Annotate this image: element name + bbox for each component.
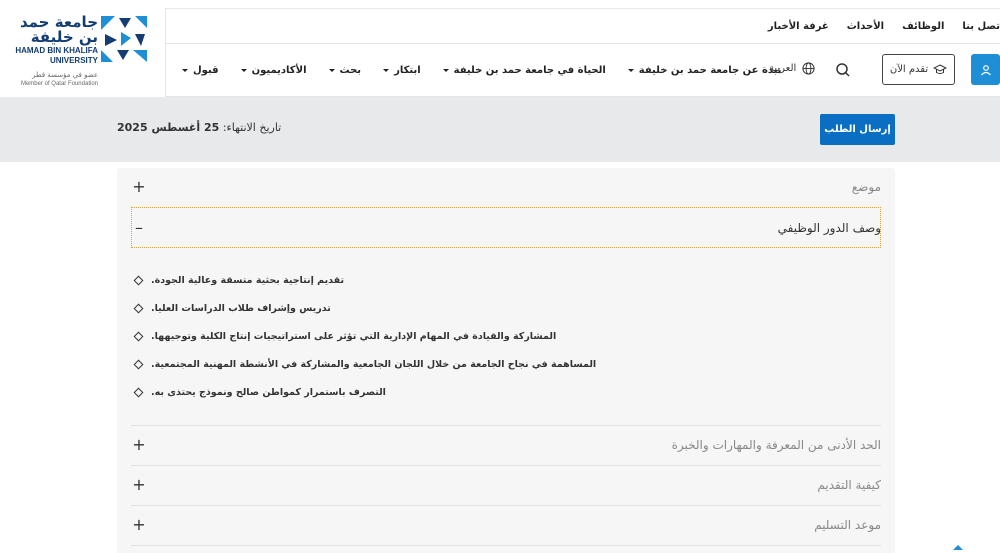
nav-item-label: الأكاديميون [251, 65, 307, 76]
diamond-bullet-icon [133, 303, 144, 313]
utility-link-events[interactable]: الأحداث [847, 21, 884, 32]
caret-down-icon [383, 69, 390, 72]
university-logo[interactable]: جامعة حمد بن خليفة HAMAD BIN KHALIFA UNI… [0, 8, 165, 97]
nav-item-academics[interactable]: الأكاديميون [240, 65, 307, 76]
caret-down-icon [328, 69, 335, 72]
utility-link-newsroom[interactable]: غرفة الأخبار [768, 21, 829, 32]
apply-now-button[interactable]: تقدم الآن [882, 54, 955, 85]
nav-item-admissions[interactable]: قبول [182, 65, 219, 76]
deadline-value: 25 أغسطس 2025 [117, 121, 220, 134]
nav-item-innovation[interactable]: ابتكار [383, 65, 421, 76]
accordion-title: الحد الأدنى من المعرفة والمهارات والخبرة [671, 438, 881, 452]
utility-links: تصل بنا الوظائف الأحداث غرفة الأخبار [768, 9, 1000, 44]
caret-down-icon [182, 69, 188, 72]
nav-item-research[interactable]: بحث [328, 65, 362, 76]
list-item-text: .تقديم إنتاجية بحثية متسقة وعالية الجودة [151, 274, 345, 286]
search-icon [836, 63, 850, 77]
nav-item-label: بحث [339, 65, 362, 76]
role-description-list: .تقديم إنتاجية بحثية متسقة وعالية الجودة… [131, 266, 631, 406]
language-label: العربية [769, 63, 797, 74]
list-item-text: .تدريس وإشراف طلاب الدراسات العليا [151, 302, 331, 314]
deadline-text: تاريخ الانتهاء: 25 أغسطس 2025 [117, 121, 317, 134]
logo-name-arabic: جامعة حمد بن خليفة [19, 13, 98, 46]
accordion-divider [131, 425, 881, 426]
accordion-header-submission-deadline[interactable]: + موعد التسليم [131, 516, 881, 534]
caret-down-icon [627, 69, 634, 72]
accordion-divider [131, 545, 881, 546]
language-switch[interactable]: العربية [769, 62, 815, 75]
diamond-bullet-icon [133, 331, 144, 341]
user-icon [980, 64, 991, 75]
diamond-bullet-icon [133, 359, 144, 369]
diamond-bullet-icon [133, 275, 144, 285]
job-details-accordion: + موضع – وصف الدور الوظيفي .تقديم إنتاجي… [117, 168, 895, 553]
nav-item-label: نبذة عن جامعة حمد بن خليفة [638, 65, 782, 76]
nav-item-about-hbku[interactable]: نبذة عن جامعة حمد بن خليفة [627, 65, 782, 76]
plus-icon: + [132, 475, 146, 494]
list-item: .المساهمة في نجاح الجامعة من خلال اللجان… [131, 350, 631, 378]
graduation-cap-icon [933, 63, 948, 74]
utility-link-contact[interactable]: تصل بنا [962, 21, 1000, 32]
list-item-text: .المساهمة في نجاح الجامعة من خلال اللجان… [151, 358, 597, 370]
accordion-header-role-description[interactable]: – وصف الدور الوظيفي [131, 218, 881, 238]
main-nav: قبول الأكاديميون بحث ابتكار الحياة في جا… [166, 44, 1000, 97]
plus-icon: + [132, 435, 146, 454]
list-item: .تقديم إنتاجية بحثية متسقة وعالية الجودة [131, 266, 631, 294]
apply-now-label: تقدم الآن [889, 64, 929, 75]
accordion-header-how-to-apply[interactable]: + كيفية التقديم [131, 476, 881, 494]
minus-icon: – [135, 218, 143, 237]
globe-icon [802, 62, 815, 75]
accordion-header-requirements[interactable]: + الحد الأدنى من المعرفة والمهارات والخب… [131, 436, 881, 454]
deadline-label: تاريخ الانتهاء: [222, 121, 282, 134]
accordion-title: موعد التسليم [814, 518, 881, 532]
list-item: .تدريس وإشراف طلاب الدراسات العليا [131, 294, 631, 322]
job-action-bar: إرسال الطلب تاريخ الانتهاء: 25 أغسطس 202… [0, 97, 1000, 162]
accordion-divider [131, 465, 881, 466]
nav-item-life-at-hbku[interactable]: الحياة في جامعة حمد بن خليفة [442, 65, 606, 76]
accordion-header-position[interactable]: + موضع [131, 178, 881, 196]
search-button[interactable] [833, 60, 853, 80]
plus-icon: + [132, 515, 146, 534]
nav-item-label: قبول [193, 65, 219, 76]
accordion-divider [131, 505, 881, 506]
logo-member-english: Member of Qatar Foundation [20, 81, 98, 87]
submit-application-button[interactable]: إرسال الطلب [820, 114, 895, 145]
list-item-text: .المشاركة والقيادة في المهام الإدارية ال… [151, 330, 557, 342]
hbku-logo-mark-icon [101, 16, 147, 62]
utility-bar: تصل بنا الوظائف الأحداث غرفة الأخبار [166, 9, 1000, 44]
nav-item-label: الحياة في جامعة حمد بن خليفة [453, 65, 606, 76]
list-item: .المشاركة والقيادة في المهام الإدارية ال… [131, 322, 631, 350]
caret-down-icon [442, 69, 449, 72]
scroll-to-top-icon[interactable] [953, 545, 963, 550]
nav-item-label: ابتكار [394, 65, 421, 76]
logo-member-arabic: عضو في مؤسسة قطر [32, 71, 98, 79]
list-item-text: .التصرف باستمرار كمواطن صالح ونموذج يحتذ… [151, 386, 386, 398]
accordion-title: موضع [851, 180, 881, 194]
user-account-button[interactable] [971, 54, 1000, 85]
accordion-title: كيفية التقديم [817, 478, 881, 492]
accordion-title: وصف الدور الوظيفي [777, 221, 881, 235]
plus-icon: + [132, 177, 146, 196]
nav-menu: قبول الأكاديميون بحث ابتكار الحياة في جا… [182, 44, 782, 97]
list-item: .التصرف باستمرار كمواطن صالح ونموذج يحتذ… [131, 378, 631, 406]
caret-down-icon [240, 69, 247, 72]
utility-link-careers[interactable]: الوظائف [902, 21, 944, 32]
diamond-bullet-icon [133, 387, 144, 397]
logo-name-english: HAMAD BIN KHALIFA UNIVERSITY [15, 46, 98, 65]
